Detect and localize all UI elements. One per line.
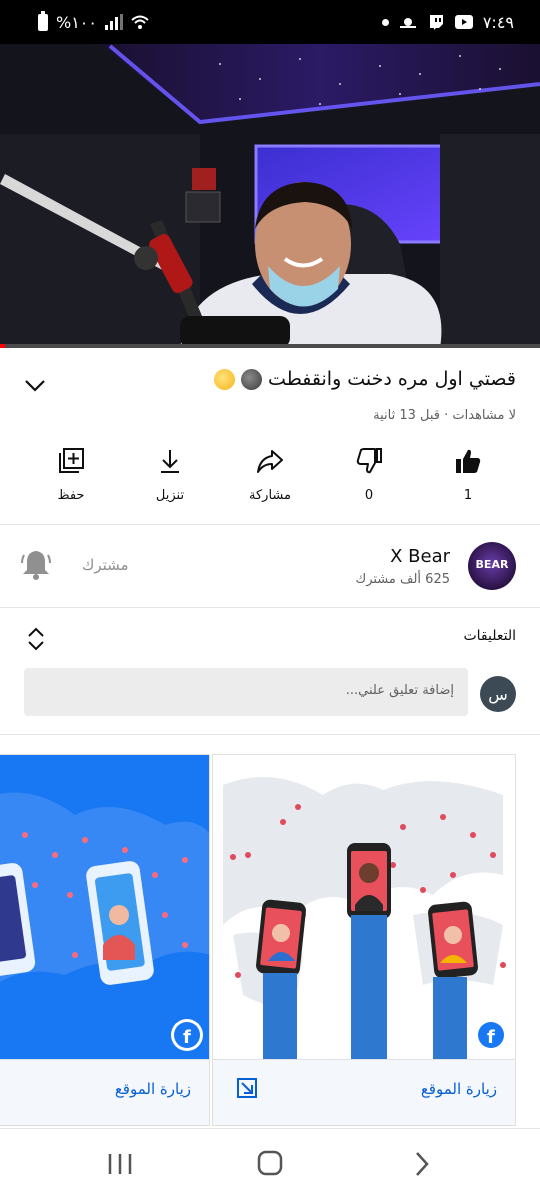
video-title[interactable]: قصتي اول مره دخنت وانقفطت <box>214 368 516 390</box>
like-count: 1 <box>463 488 473 503</box>
ad-card-2-image: f <box>213 755 515 1059</box>
save-label: حفظ <box>57 488 85 503</box>
title-row[interactable]: قصتي اول مره دخنت وانقفطت <box>0 360 540 406</box>
channel-row[interactable]: BEAR X Bear 625 ألف مشترك مشترك <box>0 525 540 607</box>
visit-site-link[interactable]: زيارة الموقع <box>115 1080 191 1098</box>
svg-text:f: f <box>183 1027 191 1048</box>
notification-dot-icon <box>381 18 389 26</box>
dislike-count: 0 <box>364 488 374 503</box>
subscribed-button[interactable]: مشترك <box>82 556 129 574</box>
comment-input[interactable]: إضافة تعليق علني... <box>24 668 468 716</box>
expand-description-chevron-icon[interactable] <box>22 372 48 398</box>
share-label: مشاركة <box>249 488 291 503</box>
ad-card-2[interactable]: f زيارة الموقع <box>212 754 516 1126</box>
ad-card-1-image: f <box>0 755 209 1059</box>
visit-site-link[interactable]: زيارة الموقع <box>421 1080 497 1098</box>
battery-text: %١٠٠ <box>56 12 97 32</box>
wifi-icon <box>131 14 149 30</box>
download-icon <box>161 450 179 473</box>
signal-icon <box>104 14 123 30</box>
video-progress-fill <box>0 344 6 348</box>
save-button[interactable]: حفظ <box>31 446 111 516</box>
status-right: ٧:٤٩ <box>381 12 514 32</box>
thumbs-down-icon <box>356 448 382 474</box>
notification-bell-icon[interactable] <box>20 547 52 581</box>
ad-card-2-footer[interactable]: زيارة الموقع <box>213 1059 515 1125</box>
download-label: تنزيل <box>155 488 185 503</box>
ad-card-1[interactable]: f زيارة الموقع <box>0 754 210 1126</box>
user-avatar: س <box>480 676 516 712</box>
home-icon[interactable] <box>250 1149 290 1179</box>
expand-comments-icon[interactable] <box>26 626 46 652</box>
action-bar: 1 0 مشاركة تنزيل حفظ <box>0 440 540 520</box>
laughing-face-emoji-icon <box>214 368 236 390</box>
thumbs-up-icon <box>456 449 481 473</box>
recent-apps-icon[interactable] <box>100 1149 140 1179</box>
channel-subscribers: 625 ألف مشترك <box>355 572 451 587</box>
add-to-playlist-icon <box>59 448 84 473</box>
video-meta: لا مشاهدات · قبل 13 ثانية <box>373 408 516 423</box>
share-icon <box>257 450 283 473</box>
video-title-text: قصتي اول مره دخنت وانقفطت <box>268 368 516 390</box>
channel-name[interactable]: X Bear <box>390 546 450 567</box>
status-bar: %١٠٠ ٧:٤٩ <box>0 0 540 44</box>
battery-icon <box>38 10 48 31</box>
twitch-icon <box>427 14 445 30</box>
like-button[interactable]: 1 <box>428 446 508 516</box>
back-icon[interactable] <box>402 1149 442 1179</box>
video-player[interactable] <box>0 44 540 348</box>
svg-text:f: f <box>487 1027 495 1048</box>
ad-carousel[interactable]: f زيارة الموقع f زيارة الموقع <box>0 754 540 1126</box>
system-nav-bar <box>0 1128 540 1200</box>
ad-illustration: f <box>0 755 209 1059</box>
divider <box>0 734 540 735</box>
youtube-icon <box>454 14 473 30</box>
share-button[interactable]: مشاركة <box>230 446 310 516</box>
download-button[interactable]: تنزيل <box>130 446 210 516</box>
comment-placeholder: إضافة تعليق علني... <box>345 683 454 698</box>
video-frame <box>0 44 540 348</box>
comments-section[interactable]: التعليقات س إضافة تعليق علني... <box>0 608 540 734</box>
channel-avatar-text: BEAR <box>475 558 509 571</box>
ad-illustration: f <box>213 755 515 1059</box>
open-external-icon[interactable] <box>235 1076 259 1100</box>
ad-card-1-footer[interactable]: زيارة الموقع <box>0 1059 209 1125</box>
video-progress-bar[interactable] <box>0 344 540 348</box>
status-left: %١٠٠ <box>38 10 149 32</box>
clock: ٧:٤٩ <box>482 12 514 32</box>
dislike-button[interactable]: 0 <box>329 446 409 516</box>
comments-title: التعليقات <box>463 628 516 644</box>
youtube-watch-page: %١٠٠ ٧:٤٩ قصتي اول مره دخنت وانقفطت لا م… <box>0 0 540 1200</box>
weather-icon <box>399 14 417 30</box>
dark-face-emoji-icon <box>241 368 263 390</box>
channel-avatar[interactable]: BEAR <box>468 542 516 590</box>
